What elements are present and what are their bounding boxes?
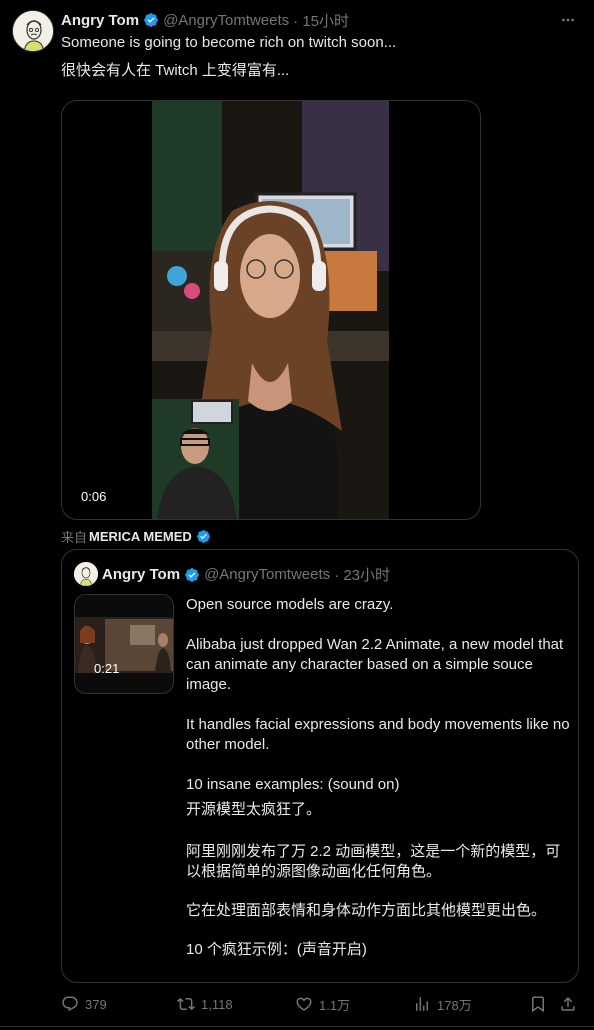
- source-account-link[interactable]: MERICA MEMED: [89, 529, 192, 544]
- quoted-tweet-text: Open source models are crazy. Alibaba ju…: [186, 595, 570, 960]
- source-prefix: 来自: [61, 530, 88, 545]
- tweet-text-en: Someone is going to become rich on twitc…: [61, 34, 397, 51]
- quoted-tweet[interactable]: Angry Tom @AngryTomtweets · 23小时 0:21 Op…: [61, 549, 579, 983]
- action-bar: 379 1,118 1.1万 178万: [61, 992, 581, 1016]
- retweet-icon: [177, 997, 195, 1011]
- quoted-tweet-header: Angry Tom @AngryTomtweets · 23小时: [102, 564, 390, 585]
- quoted-video-duration: 0:21: [94, 661, 120, 676]
- quoted-paragraph: 它在处理面部表情和身体动作方面比其他模型更出色。: [186, 902, 547, 919]
- quoted-paragraph: 阿里刚刚发布了万 2.2 动画模型，这是一个新的模型，可以根据简单的源图像动画化…: [186, 843, 561, 880]
- video-duration: 0:06: [81, 489, 107, 504]
- quoted-verified-badge-icon: [185, 567, 199, 582]
- quoted-author-handle[interactable]: @AngryTomtweets: [204, 566, 330, 583]
- reply-count: 379: [85, 996, 107, 1012]
- like-count: 1.1万: [319, 997, 351, 1013]
- views-chart-icon: [416, 997, 428, 1011]
- tweet-video[interactable]: 0:06: [61, 100, 481, 520]
- quoted-paragraph: Alibaba just dropped Wan 2.2 Animate, a …: [186, 636, 564, 693]
- quoted-paragraph: 开源模型太疯狂了。: [186, 801, 322, 818]
- tweet-text-cn: 很快会有人在 Twitch 上变得富有...: [61, 62, 290, 79]
- retweet-count: 1,118: [201, 996, 233, 1012]
- share-icon: [561, 996, 575, 1011]
- tweet-header: Angry Tom @AngryTomtweets · 15小时: [61, 9, 574, 31]
- quoted-author-avatar[interactable]: [74, 562, 98, 586]
- reply-button[interactable]: 379: [61, 992, 107, 1016]
- bookmark-icon: [532, 996, 544, 1013]
- quoted-tweet-time[interactable]: · 23小时: [334, 564, 390, 585]
- more-options-icon[interactable]: [560, 12, 576, 28]
- source-attribution: 来自 MERICA MEMED: [61, 527, 215, 546]
- quoted-video-thumbnail[interactable]: 0:21: [74, 594, 174, 694]
- quoted-thumbnail-image: [75, 595, 173, 693]
- quoted-paragraph: 10 insane examples: (sound on): [186, 776, 400, 793]
- author-handle[interactable]: @AngryTomtweets: [163, 12, 289, 29]
- quoted-paragraph: 10 个疯狂示例：(声音开启): [186, 941, 367, 958]
- tweet-time[interactable]: · 15小时: [293, 10, 349, 31]
- source-verified-badge-icon: [196, 530, 210, 543]
- bookmark-button[interactable]: [529, 992, 553, 1016]
- like-button[interactable]: 1.1万: [295, 992, 350, 1016]
- views-button[interactable]: 178万: [413, 992, 472, 1016]
- video-thumbnail-image: [152, 101, 389, 519]
- verified-badge-icon: [144, 13, 158, 27]
- quoted-author-name[interactable]: Angry Tom: [102, 566, 180, 583]
- retweet-button[interactable]: 1,118: [177, 992, 233, 1016]
- author-name[interactable]: Angry Tom: [61, 12, 139, 29]
- quoted-paragraph: It handles facial expressions and body m…: [186, 716, 570, 753]
- reply-icon: [62, 996, 78, 1012]
- video-frame: [152, 101, 389, 519]
- heart-icon: [296, 997, 312, 1011]
- divider: [0, 1026, 594, 1027]
- author-avatar[interactable]: [12, 10, 54, 52]
- quoted-paragraph: Open source models are crazy.: [186, 596, 394, 613]
- views-count: 178万: [437, 997, 472, 1013]
- share-button[interactable]: [559, 992, 583, 1016]
